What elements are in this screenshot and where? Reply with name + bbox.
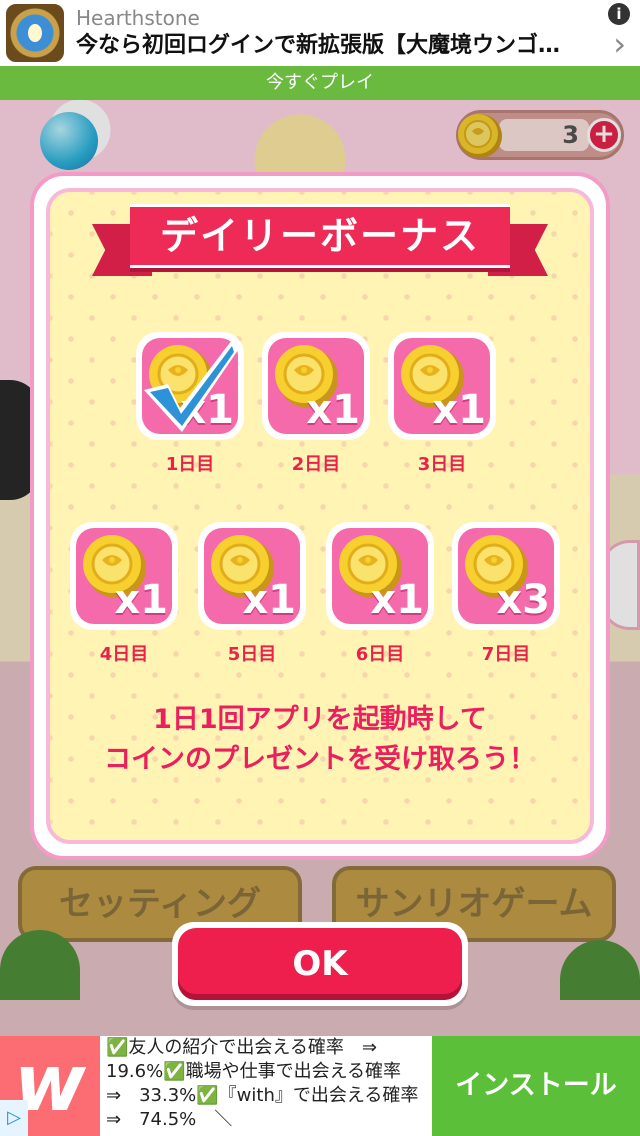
- install-button[interactable]: インストール: [432, 1036, 640, 1136]
- ok-button-label: OK: [178, 928, 462, 1000]
- day-tile-frame: x1: [326, 522, 434, 630]
- ad-brand: Hearthstone: [76, 6, 200, 30]
- multiplier-text: x1: [242, 577, 296, 623]
- day-tile-body: x1: [76, 528, 172, 624]
- day-label: 3日目: [417, 454, 467, 475]
- day-tile-5: x1 5日目: [198, 522, 306, 666]
- day-tile-frame: x1: [70, 522, 178, 630]
- day-label: 2日目: [291, 454, 341, 475]
- day-tile-body: x1: [268, 338, 364, 434]
- chevron-right-icon[interactable]: ›: [613, 28, 626, 60]
- multiplier-text: x3: [496, 577, 550, 623]
- message-line-2: コインのプレゼントを受け取ろう！: [104, 744, 536, 775]
- dialog-title: デイリーボーナス: [130, 204, 510, 268]
- ad-headline[interactable]: 今なら初回ログインで新拡張版【大魔境ウンゴ…: [76, 31, 576, 61]
- day-label: 4日目: [99, 644, 149, 665]
- day-tile-1: x1 1日目: [136, 332, 244, 476]
- info-icon[interactable]: i: [608, 3, 630, 25]
- bonus-message: 1日1回アプリを起動時して コインのプレゼントを受け取ろう！: [42, 700, 598, 780]
- ad-play-now-button[interactable]: 今すぐプレイ: [0, 66, 640, 100]
- multiplier-text: x1: [114, 577, 168, 623]
- day-label: 7日目: [481, 644, 531, 665]
- check-icon: [144, 340, 238, 432]
- day-tile-6: x1 6日目: [326, 522, 434, 666]
- day-label: 1日目: [165, 454, 215, 475]
- hearthstone-app-icon[interactable]: [6, 4, 64, 62]
- ok-button[interactable]: OK: [172, 922, 468, 1006]
- bottom-ad-banner[interactable]: w ▷ ✅友人の紹介で出会える確率 ⇒ 19.6%✅職場や仕事で出会える確率 ⇒…: [0, 1036, 640, 1136]
- day-tile-7: x3 7日目: [452, 522, 560, 666]
- ad-description: ✅友人の紹介で出会える確率 ⇒ 19.6%✅職場や仕事で出会える確率 ⇒ 33.…: [106, 1037, 426, 1130]
- day-tile-2: x1 2日目: [262, 332, 370, 476]
- multiplier-text: x1: [306, 387, 360, 433]
- adchoices-icon[interactable]: ▷: [0, 1100, 28, 1136]
- multiplier-text: x1: [370, 577, 424, 623]
- day-tile-body: x1: [204, 528, 300, 624]
- day-tile-body: x1: [332, 528, 428, 624]
- day-tile-frame: x3: [452, 522, 560, 630]
- day-label: 6日目: [355, 644, 405, 665]
- message-line-1: 1日1回アプリを起動時して: [153, 704, 487, 735]
- day-tile-3: x1 3日目: [388, 332, 496, 476]
- day-tile-4: x1 4日目: [70, 522, 178, 666]
- day-tile-frame: x1: [388, 332, 496, 440]
- day-tile-body: x1: [394, 338, 490, 434]
- top-ad-banner[interactable]: Hearthstone 今なら初回ログインで新拡張版【大魔境ウンゴ… i ›: [0, 0, 640, 66]
- day-tile-body: x3: [458, 528, 554, 624]
- multiplier-text: x1: [432, 387, 486, 433]
- day-tile-frame: x1: [198, 522, 306, 630]
- day-label: 5日目: [227, 644, 277, 665]
- day-tile-frame: x1: [262, 332, 370, 440]
